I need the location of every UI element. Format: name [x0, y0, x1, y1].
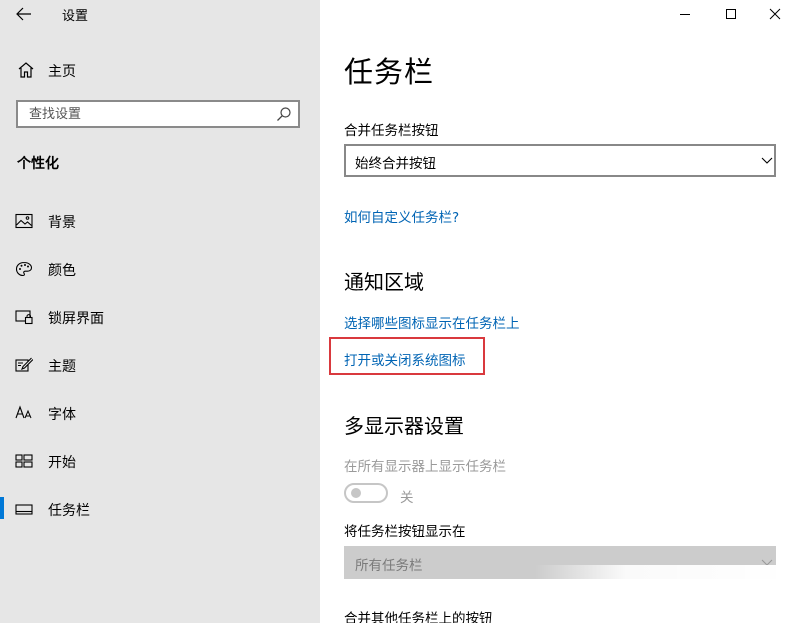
- picture-icon: [15, 213, 33, 229]
- combine-buttons-label: 合并任务栏按钮: [344, 123, 439, 139]
- back-button[interactable]: [8, 0, 40, 28]
- sidebar-item-label: 字体: [48, 407, 76, 423]
- show-on-all-displays-label: 在所有显示器上显示任务栏: [344, 459, 506, 475]
- toggle-knob: [351, 488, 361, 498]
- sidebar-item-start[interactable]: 开始: [0, 441, 320, 481]
- close-button[interactable]: [752, 0, 795, 28]
- home-icon: [18, 62, 34, 78]
- sidebar-item-lock-screen[interactable]: 锁屏界面: [0, 297, 320, 337]
- combine-buttons-dropdown[interactable]: 始终合并按钮: [344, 144, 776, 177]
- notification-area-heading: 通知区域: [344, 270, 424, 294]
- start-menu-icon: [15, 454, 33, 468]
- sidebar-item-taskbar[interactable]: 任务栏: [0, 489, 320, 529]
- search-icon[interactable]: [276, 106, 292, 122]
- taskbar-icon: [15, 504, 33, 515]
- sidebar-item-label: 主题: [48, 359, 76, 375]
- show-buttons-on-value: 所有任务栏: [355, 558, 423, 574]
- home-label: 主页: [48, 64, 76, 80]
- customize-taskbar-link[interactable]: 如何自定义任务栏?: [344, 206, 459, 226]
- sidebar: 设置 主页 个性化 背景: [0, 0, 320, 623]
- sidebar-item-label: 背景: [48, 215, 76, 231]
- section-title: 个性化: [17, 156, 59, 172]
- maximize-icon: [726, 9, 736, 19]
- font-icon: [15, 405, 32, 419]
- system-icons-link[interactable]: 打开或关闭系统图标: [344, 349, 466, 369]
- sidebar-item-fonts[interactable]: 字体: [0, 393, 320, 433]
- settings-window: 设置 主页 个性化 背景: [0, 0, 795, 623]
- show-buttons-on-label: 将任务栏按钮显示在: [344, 524, 466, 540]
- main-content: 任务栏 合并任务栏按钮 始终合并按钮 如何自定义任务栏? 通知区域 选择哪些图标…: [320, 0, 795, 623]
- sidebar-item-label: 任务栏: [48, 503, 90, 519]
- sidebar-item-colors[interactable]: 颜色: [0, 249, 320, 289]
- search-box[interactable]: [16, 100, 300, 128]
- combine-other-label: 合并其他任务栏上的按钮: [344, 611, 493, 623]
- maximize-button[interactable]: [708, 0, 754, 28]
- app-title: 设置: [62, 9, 89, 24]
- sidebar-item-label: 锁屏界面: [48, 311, 104, 327]
- search-input[interactable]: [27, 105, 271, 123]
- sidebar-item-label: 开始: [48, 455, 76, 471]
- close-icon: [769, 8, 781, 20]
- multi-display-heading: 多显示器设置: [344, 414, 464, 438]
- combine-buttons-value: 始终合并按钮: [355, 156, 436, 172]
- page-title: 任务栏: [344, 55, 435, 89]
- back-arrow-icon: [16, 7, 31, 21]
- palette-icon: [15, 261, 33, 277]
- select-icons-link[interactable]: 选择哪些图标显示在任务栏上: [344, 312, 520, 332]
- fade-overlay: [535, 565, 795, 595]
- sidebar-item-home[interactable]: 主页: [0, 54, 320, 86]
- lock-screen-icon: [15, 310, 33, 325]
- active-indicator: [0, 497, 4, 519]
- sidebar-item-themes[interactable]: 主题: [0, 345, 320, 385]
- minimize-button[interactable]: [662, 0, 708, 28]
- show-on-all-displays-toggle[interactable]: [344, 483, 388, 503]
- sidebar-item-label: 颜色: [48, 263, 76, 279]
- sidebar-item-background[interactable]: 背景: [0, 201, 320, 241]
- toggle-state-label: 关: [400, 490, 414, 506]
- minimize-icon: [680, 14, 690, 15]
- chevron-down-icon: [761, 157, 773, 164]
- theme-brush-icon: [15, 357, 33, 372]
